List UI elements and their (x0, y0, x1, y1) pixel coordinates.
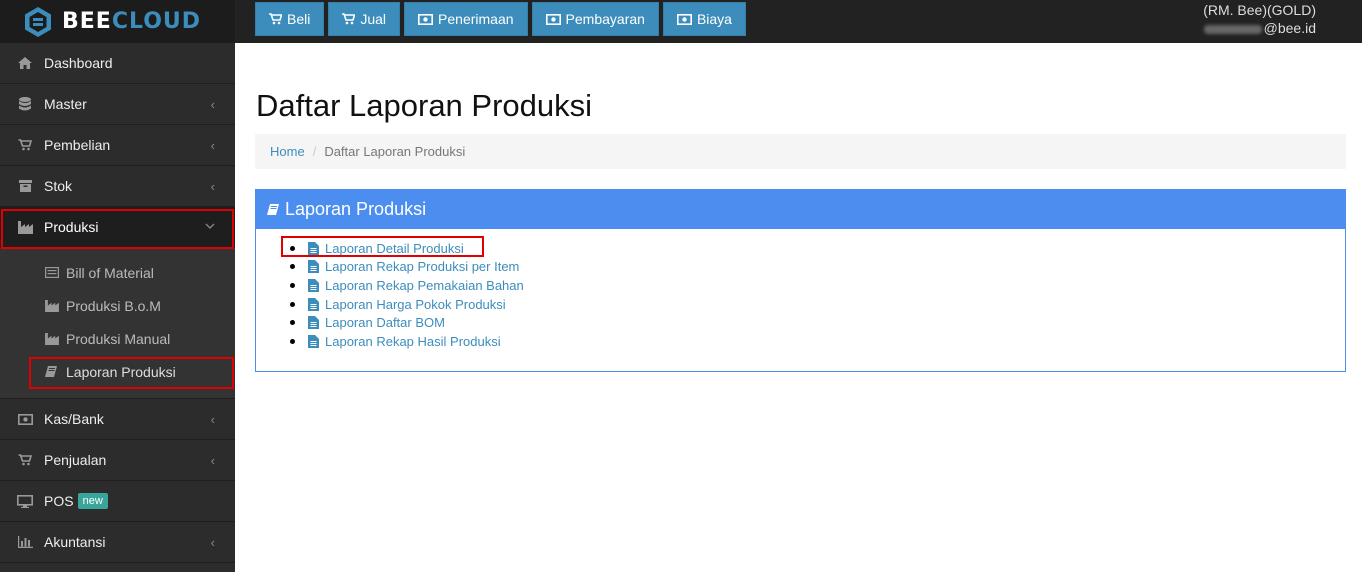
beecloud-logo-icon (25, 6, 51, 37)
report-list: Laporan Detail Produksi Laporan Rekap Pr… (290, 239, 1345, 351)
breadcrumb: Home / Daftar Laporan Produksi (255, 134, 1346, 169)
bar-chart-icon (17, 536, 33, 548)
user-email: @bee.id (1203, 19, 1316, 37)
bullet (290, 282, 295, 288)
sidebar-item-pembelian[interactable]: Pembelian ‹ (0, 125, 235, 166)
chevron-left-icon: ‹ (210, 453, 215, 468)
bullet (290, 245, 295, 251)
file-text-icon (308, 241, 319, 255)
pembayaran-button[interactable]: Pembayaran (531, 2, 659, 36)
database-icon (17, 97, 33, 111)
chevron-left-icon: ‹ (210, 535, 215, 550)
list-item: Laporan Daftar BOM (290, 313, 1345, 332)
bullet (290, 264, 295, 270)
home-icon (17, 57, 33, 69)
report-link-laporan-detail-produksi[interactable]: Laporan Detail Produksi (325, 241, 464, 256)
user-company: (RM. Bee)(GOLD) (1203, 2, 1316, 18)
factory-icon (17, 220, 33, 234)
jual-button[interactable]: Jual (328, 2, 401, 36)
top-navbar: BEECLOUD Beli Jual Penerimaan Pembayaran… (0, 0, 1362, 43)
laporan-produksi-panel: Laporan Produksi Laporan Detail Produksi… (255, 189, 1346, 372)
factory-icon (45, 299, 60, 312)
cart-icon (342, 13, 356, 25)
sidebar-subitem-laporan-produksi[interactable]: Laporan Produksi (0, 355, 235, 388)
chevron-left-icon: ‹ (210, 412, 215, 427)
chevron-left-icon: ‹ (210, 97, 215, 112)
page-title: Daftar Laporan Produksi (256, 88, 593, 123)
sidebar-item-akuntansi[interactable]: Akuntansi ‹ (0, 522, 235, 563)
bullet (290, 301, 295, 307)
sidebar-item-penjualan[interactable]: Penjualan ‹ (0, 440, 235, 481)
report-link-harga-pokok-produksi[interactable]: Laporan Harga Pokok Produksi (325, 297, 506, 312)
sidebar: Dashboard Master ‹ Pembelian ‹ Stok ‹ Pr… (0, 43, 235, 572)
file-text-icon (308, 278, 319, 292)
breadcrumb-home-link[interactable]: Home (270, 144, 305, 159)
list-item: Laporan Rekap Produksi per Item (290, 258, 1345, 277)
sidebar-item-produksi[interactable]: Produksi (0, 207, 235, 248)
report-link-rekap-pemakaian-bahan[interactable]: Laporan Rekap Pemakaian Bahan (325, 278, 524, 293)
sidebar-item-stok[interactable]: Stok ‹ (0, 166, 235, 207)
file-text-icon (308, 260, 319, 274)
report-link-rekap-produksi-per-item[interactable]: Laporan Rekap Produksi per Item (325, 259, 519, 274)
money-icon (17, 413, 33, 425)
list-item: Laporan Harga Pokok Produksi (290, 295, 1345, 314)
list-item: Laporan Detail Produksi (290, 239, 1345, 258)
breadcrumb-current: Daftar Laporan Produksi (324, 144, 466, 159)
book-icon (267, 203, 279, 216)
money-icon (676, 13, 692, 25)
sidebar-subitem-bill-of-material[interactable]: Bill of Material (0, 256, 235, 289)
sidebar-item-master[interactable]: Master ‹ (0, 84, 235, 125)
biaya-button[interactable]: Biaya (662, 2, 746, 36)
file-text-icon (308, 316, 319, 330)
chevron-left-icon: ‹ (210, 138, 215, 153)
user-menu[interactable]: (RM. Bee)(GOLD) @bee.id (1203, 1, 1316, 37)
sidebar-item-dashboard[interactable]: Dashboard (0, 43, 235, 84)
file-text-icon (308, 297, 319, 311)
report-list-container: Laporan Detail Produksi Laporan Rekap Pr… (256, 229, 1345, 351)
monitor-icon (17, 494, 33, 508)
panel-header: Laporan Produksi (256, 190, 1345, 229)
book-icon (45, 365, 60, 378)
bullet (290, 338, 295, 344)
money-icon (418, 13, 434, 25)
report-link-daftar-bom[interactable]: Laporan Daftar BOM (325, 315, 445, 330)
top-quick-actions: Beli Jual Penerimaan Pembayaran Biaya (255, 2, 746, 36)
chevron-left-icon: ‹ (210, 179, 215, 194)
box-icon (17, 180, 33, 192)
main-content: Daftar Laporan Produksi Home / Daftar La… (235, 43, 1362, 572)
file-text-icon (308, 334, 319, 348)
brand-name: BEECLOUD (62, 9, 202, 34)
factory-icon (45, 332, 60, 345)
panel-title: Laporan Produksi (285, 199, 427, 219)
breadcrumb-separator: / (312, 144, 317, 159)
brand-logo[interactable]: BEECLOUD (0, 0, 235, 43)
sidebar-subitem-produksi-manual[interactable]: Produksi Manual (0, 322, 235, 355)
list-item: Laporan Rekap Pemakaian Bahan (290, 276, 1345, 295)
produksi-submenu: Bill of Material Produksi B.o.M Produksi… (0, 248, 235, 399)
report-link-rekap-hasil-produksi[interactable]: Laporan Rekap Hasil Produksi (325, 334, 501, 349)
penerimaan-button[interactable]: Penerimaan (404, 2, 528, 36)
cart-icon (17, 454, 33, 466)
sidebar-item-pos[interactable]: POS new (0, 481, 235, 522)
beli-button[interactable]: Beli (255, 2, 325, 36)
list-icon (45, 267, 60, 278)
bullet (290, 320, 295, 326)
money-icon (545, 13, 561, 25)
redacted-username (1203, 24, 1262, 34)
list-item: Laporan Rekap Hasil Produksi (290, 332, 1345, 351)
cart-icon (269, 13, 282, 25)
sidebar-subitem-produksi-bom[interactable]: Produksi B.o.M (0, 289, 235, 322)
sidebar-item-kas-bank[interactable]: Kas/Bank ‹ (0, 399, 235, 440)
new-badge: new (77, 493, 108, 509)
chevron-down-icon (205, 218, 215, 233)
cart-icon (17, 139, 33, 151)
